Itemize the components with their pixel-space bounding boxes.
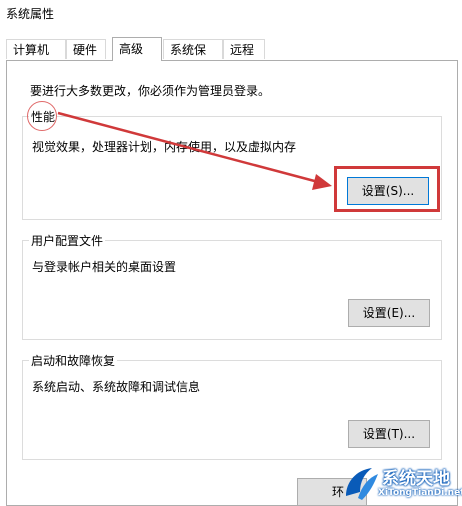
watermark-url: XiTongTianDi.net (378, 488, 462, 498)
arrow-head (312, 174, 332, 190)
tab-advanced[interactable]: 高级 (112, 37, 162, 61)
watermark-logo: 系统天地 XiTongTianDi.net (338, 462, 462, 506)
annotation-arrow (57, 111, 332, 190)
arrow-line (57, 111, 323, 185)
watermark-text: 系统天地 (382, 469, 450, 489)
watermark-icon (346, 468, 378, 500)
